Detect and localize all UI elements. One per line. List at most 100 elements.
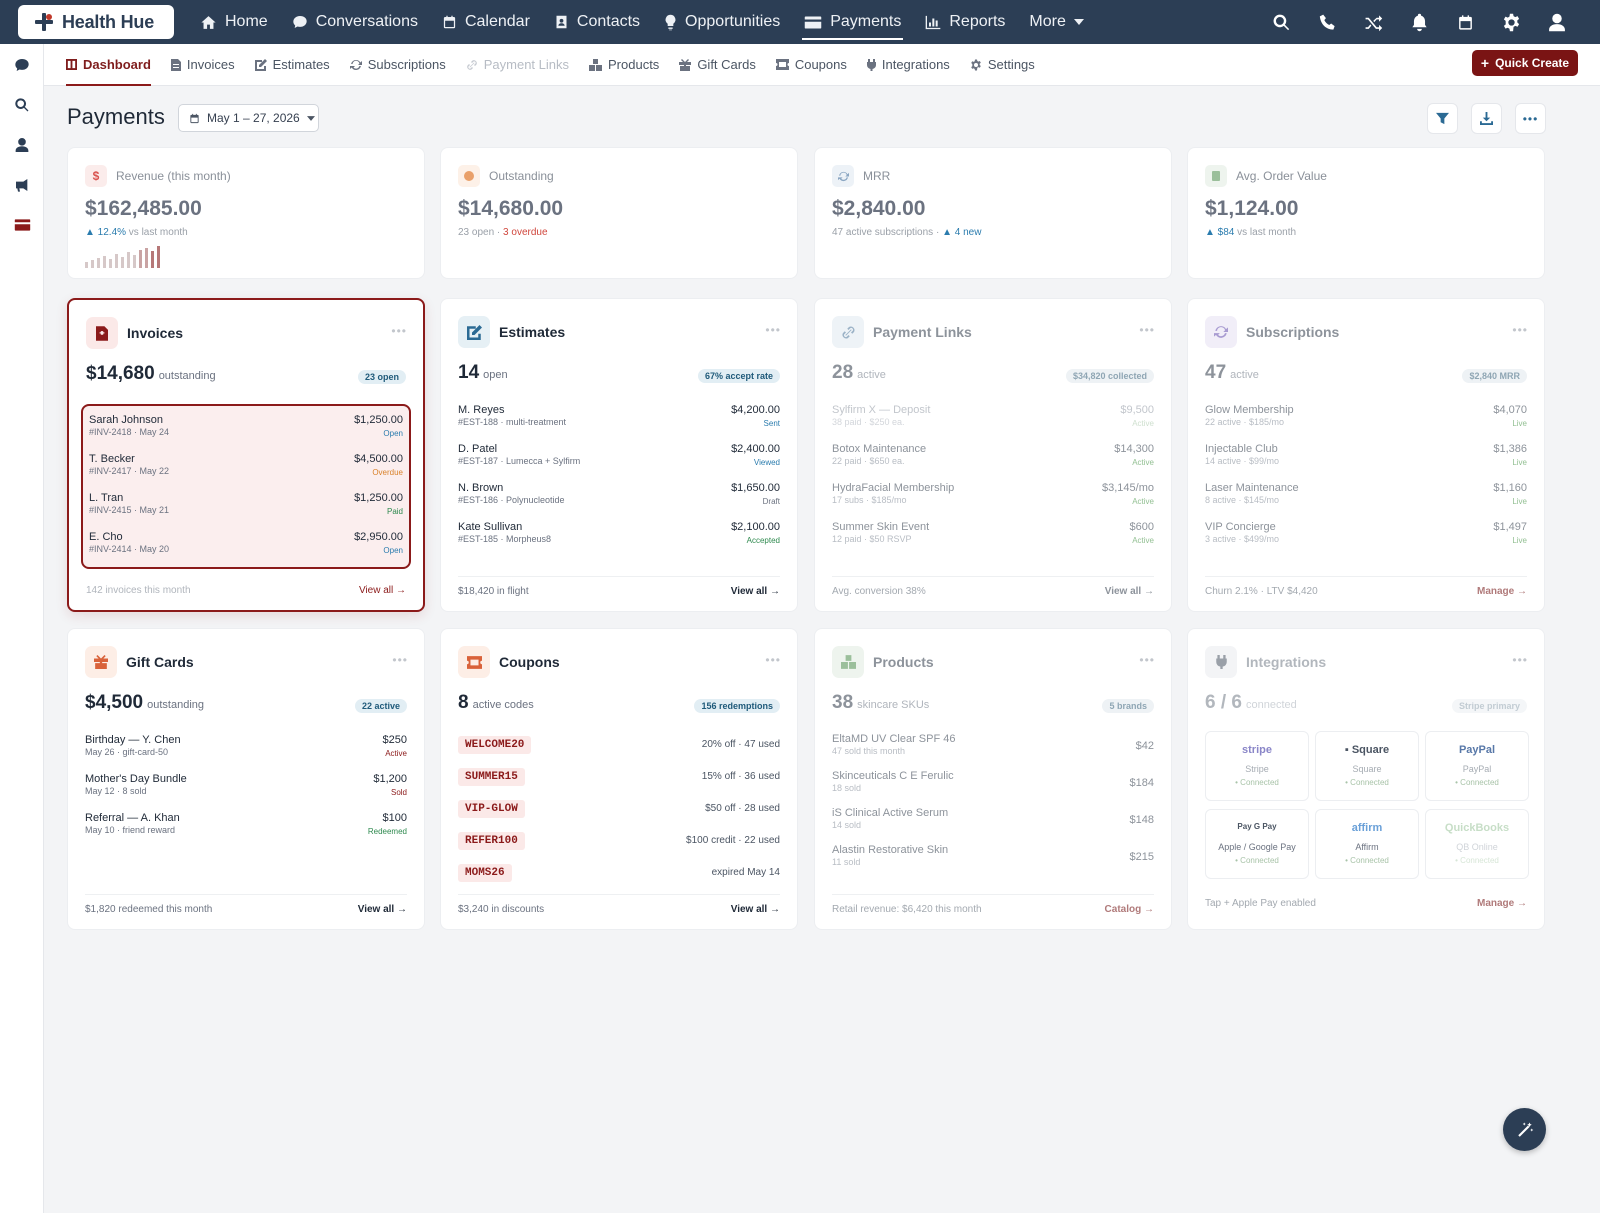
view-all-link[interactable]: View all →: [358, 904, 407, 915]
list-item[interactable]: VIP-GLOW $50 off · 28 used: [458, 798, 780, 830]
sidebar-contacts[interactable]: [12, 135, 32, 155]
row-amount: $600: [1129, 521, 1154, 533]
tab-payment-links[interactable]: Payment Links: [456, 44, 579, 86]
more-icon[interactable]: •••: [1512, 323, 1528, 337]
integration-affirm[interactable]: affirm Affirm • Connected: [1315, 809, 1419, 879]
list-item[interactable]: D. Patel #EST-187 · Lumecca + Sylfirm $2,4…: [458, 443, 780, 482]
tab-gift-cards[interactable]: Gift Cards: [669, 44, 766, 86]
list-item[interactable]: E. Cho #INV-2414 · May 20 $2,950.00 Open: [89, 531, 403, 570]
nav-more[interactable]: More: [1017, 0, 1095, 44]
tab-settings[interactable]: Settings: [960, 44, 1045, 86]
estimates-panel[interactable]: Estimates ••• 14 open 67% accept rate M. …: [440, 298, 798, 612]
more-options-button[interactable]: •••: [1515, 103, 1546, 134]
gift-cards-panel[interactable]: Gift Cards ••• $4,500 outstanding 22 acti…: [67, 628, 425, 930]
sidebar-payments[interactable]: [12, 215, 32, 235]
list-item[interactable]: WELCOME20 20% off · 47 used: [458, 734, 780, 766]
nav-home[interactable]: Home: [188, 0, 280, 44]
list-item[interactable]: Sarah Johnson #INV-2418 · May 24 $1,250.00…: [89, 414, 403, 453]
sidebar-conversations[interactable]: [12, 55, 32, 75]
tab-products[interactable]: Products: [579, 44, 669, 86]
nav-payments[interactable]: Payments: [792, 0, 913, 44]
more-icon[interactable]: •••: [392, 653, 408, 667]
list-item[interactable]: Botox Maintenance 22 paid · $650 ea. $14,3…: [832, 443, 1154, 482]
tab-integrations[interactable]: Integrations: [857, 44, 960, 86]
date-range-picker[interactable]: May 1 – 27, 2026: [178, 104, 319, 132]
tab-invoices[interactable]: Invoices: [161, 44, 245, 86]
list-item[interactable]: HydraFacial Membership 17 subs · $185/mo $…: [832, 482, 1154, 521]
invoices-panel[interactable]: Invoices ••• $14,680 outstanding 23 open …: [67, 298, 425, 612]
list-item[interactable]: Referral — A. Khan May 10 · friend reward…: [85, 812, 407, 851]
download-button[interactable]: [1471, 103, 1502, 134]
tab-subscriptions[interactable]: Subscriptions: [340, 44, 456, 86]
quick-create-button[interactable]: + Quick Create: [1472, 50, 1578, 76]
list-item[interactable]: N. Brown #EST-186 · Polynucleotide $1,650.…: [458, 482, 780, 521]
nav-opportunities[interactable]: Opportunities: [652, 0, 792, 44]
phone-button[interactable]: [1304, 0, 1350, 44]
catalog-link[interactable]: Catalog →: [1105, 904, 1154, 915]
list-item[interactable]: Skinceuticals C E Ferulic 18 sold $184: [832, 770, 1154, 807]
more-icon[interactable]: •••: [1512, 653, 1528, 667]
integration-stripe[interactable]: stripe Stripe • Connected: [1205, 731, 1309, 801]
more-icon[interactable]: •••: [391, 324, 407, 338]
tab-estimates[interactable]: Estimates: [245, 44, 340, 86]
list-item[interactable]: Sylfirm X — Deposit 38 paid · $250 ea. $9,…: [832, 404, 1154, 443]
list-item[interactable]: L. Tran #INV-2415 · May 21 $1,250.00 Paid: [89, 492, 403, 531]
view-all-link[interactable]: View all →: [731, 586, 780, 597]
list-item[interactable]: Kate Sullivan #EST-185 · Morpheus8 $2,100.…: [458, 521, 780, 560]
nav-reports[interactable]: Reports: [913, 0, 1017, 44]
list-item[interactable]: Mother's Day Bundle May 12 · 8 sold $1,200…: [85, 773, 407, 812]
list-item[interactable]: MOMS26 expired May 14: [458, 862, 780, 894]
list-item[interactable]: REFER100 $100 credit · 22 used: [458, 830, 780, 862]
app-logo[interactable]: Health Hue: [18, 5, 174, 39]
integration-square[interactable]: ▪ Square Square • Connected: [1315, 731, 1419, 801]
nav-contacts[interactable]: Contacts: [542, 0, 652, 44]
tab-dashboard[interactable]: Dashboard: [56, 44, 161, 86]
row-name: Mother's Day Bundle: [85, 773, 187, 785]
list-item[interactable]: Summer Skin Event 12 paid · $50 RSVP $600 A…: [832, 521, 1154, 560]
automation-button[interactable]: [1350, 0, 1396, 44]
list-item[interactable]: Alastin Restorative Skin 11 sold $215: [832, 844, 1154, 881]
list-item[interactable]: VIP Concierge 3 active · $499/mo $1,497 Liv…: [1205, 521, 1527, 560]
logo-mark-icon: [32, 10, 56, 34]
nav-calendar[interactable]: Calendar: [430, 0, 542, 44]
list-item[interactable]: Laser Maintenance 8 active · $145/mo $1,16…: [1205, 482, 1527, 521]
manage-link[interactable]: Manage →: [1477, 586, 1527, 597]
notifications-button[interactable]: [1396, 0, 1442, 44]
calendar-button[interactable]: [1442, 0, 1488, 44]
products-panel[interactable]: Products ••• 38 skincare SKUs 5 brands El…: [814, 628, 1172, 930]
more-icon[interactable]: •••: [1139, 323, 1155, 337]
nav-conversations[interactable]: Conversations: [280, 0, 430, 44]
sidebar-search[interactable]: [12, 95, 32, 115]
subscriptions-panel[interactable]: Subscriptions ••• 47 active $2,840 MRR Gl…: [1187, 298, 1545, 612]
more-icon[interactable]: •••: [765, 653, 781, 667]
integration-quickbooks[interactable]: QuickBooks QB Online • Connected: [1425, 809, 1529, 879]
more-icon[interactable]: •••: [1139, 653, 1155, 667]
more-icon[interactable]: •••: [765, 323, 781, 337]
integration-paypal[interactable]: PayPal PayPal • Connected: [1425, 731, 1529, 801]
list-item[interactable]: M. Reyes #EST-188 · multi-treatment $4,200…: [458, 404, 780, 443]
list-item[interactable]: Birthday — Y. Chen May 26 · gift-card-50 $…: [85, 734, 407, 773]
list-item[interactable]: EltaMD UV Clear SPF 46 47 sold this month…: [832, 733, 1154, 770]
coupons-panel[interactable]: Coupons ••• 8 active codes 156 redemption…: [440, 628, 798, 930]
sidebar-marketing[interactable]: [12, 175, 32, 195]
manage-link[interactable]: Manage →: [1477, 898, 1527, 909]
settings-button[interactable]: [1488, 0, 1534, 44]
row-sub: 14 sold: [832, 820, 862, 830]
list-item[interactable]: Glow Membership 22 active · $185/mo $4,070…: [1205, 404, 1527, 443]
payment-links-panel[interactable]: Payment Links ••• 28 active $34,820 colle…: [814, 298, 1172, 612]
search-button[interactable]: [1258, 0, 1304, 44]
integrations-panel[interactable]: Integrations ••• 6 / 6 connected Stripe p…: [1187, 628, 1545, 930]
tab-coupons[interactable]: Coupons: [766, 44, 857, 86]
coupon-code: REFER100: [458, 832, 525, 850]
filter-button[interactable]: [1427, 103, 1458, 134]
list-item[interactable]: T. Becker #INV-2417 · May 22 $4,500.00 Over…: [89, 453, 403, 492]
profile-button[interactable]: [1534, 0, 1580, 44]
view-all-link[interactable]: View all →: [731, 904, 780, 915]
list-item[interactable]: Injectable Club 14 active · $99/mo $1,386 L…: [1205, 443, 1527, 482]
view-all-link[interactable]: View all →: [359, 585, 406, 596]
ai-assistant-button[interactable]: [1503, 1108, 1546, 1151]
list-item[interactable]: SUMMER15 15% off · 36 used: [458, 766, 780, 798]
list-item[interactable]: iS Clinical Active Serum 14 sold $148: [832, 807, 1154, 844]
integration-apple-google-pay[interactable]: Pay G Pay Apple / Google Pay • Connected: [1205, 809, 1309, 879]
view-all-link[interactable]: View all →: [1105, 586, 1154, 597]
